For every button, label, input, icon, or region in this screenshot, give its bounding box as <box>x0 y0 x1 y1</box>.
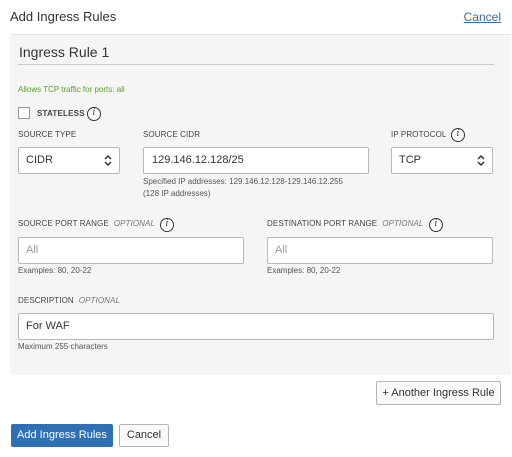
rule-title: Ingress Rule 1 <box>19 44 110 60</box>
source-cidr-hint-range: Specified IP addresses: 129.146.12.128-1… <box>143 177 344 186</box>
source-port-input[interactable]: All <box>18 237 244 264</box>
source-port-optional: OPTIONAL <box>113 219 156 228</box>
source-cidr-value: 129.146.12.128/25 <box>152 154 244 166</box>
another-ingress-rule-button[interactable]: + Another Ingress Rule <box>376 381 501 405</box>
cancel-button[interactable]: Cancel <box>119 424 169 447</box>
add-ingress-rules-button[interactable]: Add Ingress Rules <box>11 424 113 447</box>
source-port-label-text: SOURCE PORT RANGE <box>18 219 109 228</box>
cancel-link[interactable]: Cancel <box>464 10 501 24</box>
allows-traffic-text: Allows TCP traffic for ports: all <box>18 85 125 94</box>
stateless-label: STATELESS <box>37 109 85 118</box>
source-port-placeholder: All <box>26 244 39 256</box>
description-label-text: DESCRIPTION <box>18 296 74 305</box>
description-hint: Maximum 255 characters <box>18 342 108 351</box>
dest-port-input[interactable]: All <box>267 237 493 264</box>
source-cidr-input[interactable]: 129.146.12.128/25 <box>143 147 369 174</box>
source-cidr-hint-count: (128 IP addresses) <box>143 189 211 198</box>
dest-port-info-icon[interactable]: i <box>429 218 443 232</box>
dest-port-optional: OPTIONAL <box>382 219 424 228</box>
source-type-value: CIDR <box>26 154 53 166</box>
dest-port-label-text: DESTINATION PORT RANGE <box>267 219 378 228</box>
description-optional: OPTIONAL <box>78 296 121 305</box>
description-value: For WAF <box>26 320 70 332</box>
source-port-info-icon[interactable]: i <box>160 218 174 232</box>
chevron-updown-icon <box>104 154 112 167</box>
chevron-updown-icon <box>477 154 485 167</box>
ip-protocol-value: TCP <box>399 154 421 166</box>
ip-protocol-select[interactable]: TCP <box>391 147 493 174</box>
source-port-hint: Examples: 80, 20-22 <box>18 266 92 275</box>
description-label: DESCRIPTION OPTIONAL <box>18 296 120 305</box>
dialog-title: Add Ingress Rules <box>10 9 117 24</box>
ip-protocol-label: IP PROTOCOL <box>391 130 447 139</box>
dest-port-placeholder: All <box>275 244 288 256</box>
dest-port-label: DESTINATION PORT RANGE OPTIONAL <box>267 219 423 228</box>
source-cidr-label: SOURCE CIDR <box>143 130 201 139</box>
dialog-header: Add Ingress Rules Cancel <box>0 0 512 34</box>
stateless-info-icon[interactable]: i <box>87 107 101 121</box>
stateless-checkbox[interactable] <box>18 107 30 119</box>
source-type-label: SOURCE TYPE <box>18 130 77 139</box>
description-input[interactable]: For WAF <box>18 313 494 340</box>
source-type-select[interactable]: CIDR <box>18 147 120 174</box>
dest-port-hint: Examples: 80, 20-22 <box>267 266 341 275</box>
ip-protocol-info-icon[interactable]: i <box>451 128 465 142</box>
rule-divider <box>18 64 494 65</box>
source-port-label: SOURCE PORT RANGE OPTIONAL <box>18 219 155 228</box>
